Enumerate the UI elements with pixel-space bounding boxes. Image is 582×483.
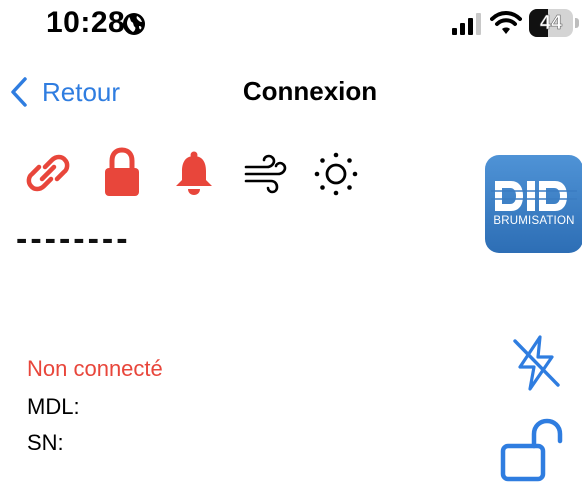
sn-label: SN: — [27, 430, 64, 455]
link-icon — [26, 154, 70, 192]
battery-tip — [575, 18, 579, 28]
unlock-icon — [500, 418, 563, 482]
battery-indicator: 44 — [529, 9, 582, 37]
lock-icon — [105, 147, 139, 196]
sun-icon — [314, 152, 358, 196]
battery-level: 44 — [539, 12, 563, 35]
did-brumisation-logo: BRUMISATION — [485, 155, 582, 253]
page-title: Connexion — [242, 76, 378, 106]
did-logo-mark — [491, 181, 577, 211]
value-readout: -------- — [16, 220, 131, 258]
connection-screen: 10:28 44 Retour Connexion -------- BRUMI… — [0, 0, 582, 483]
bell-icon — [176, 151, 212, 195]
battery-body: 44 — [529, 9, 573, 37]
cellular-signal-icon — [452, 13, 481, 35]
globe-icon — [123, 13, 145, 35]
wind-icon — [244, 154, 287, 194]
mdl-label: MDL: — [27, 394, 80, 419]
unlock-button[interactable] — [500, 416, 568, 482]
wifi-icon — [490, 11, 522, 34]
logo-subtitle: BRUMISATION — [493, 215, 575, 227]
bolt-slash-icon — [513, 335, 560, 391]
connect-bolt-button[interactable] — [508, 333, 564, 393]
connection-status: Non connecté — [27, 356, 163, 381]
status-time: 10:28 — [46, 6, 126, 39]
